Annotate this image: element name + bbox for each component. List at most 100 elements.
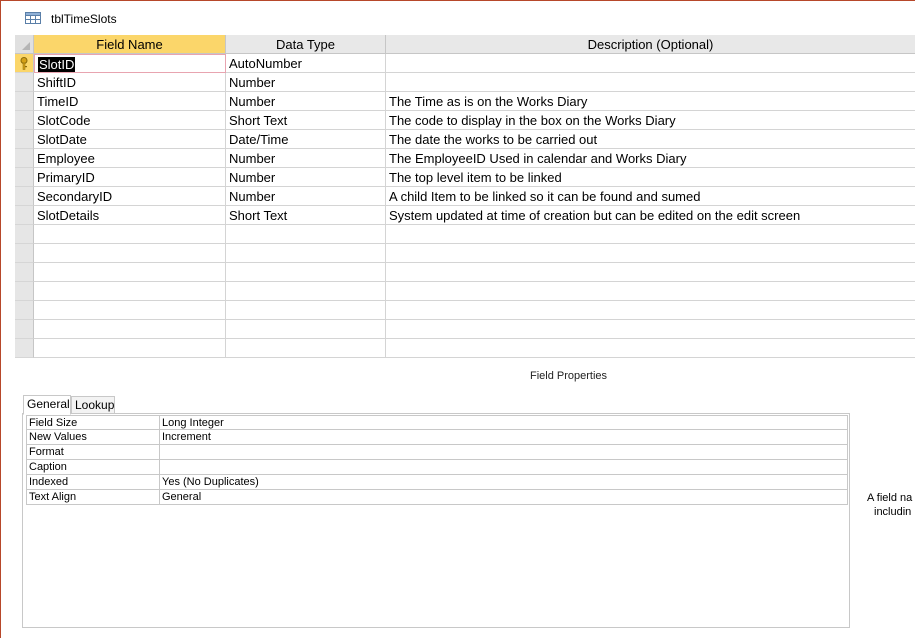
property-value[interactable] — [159, 460, 848, 475]
table-row[interactable]: SlotID AutoNumber — [15, 54, 915, 73]
description-cell[interactable]: The code to display in the box on the Wo… — [386, 111, 915, 130]
description-cell[interactable] — [386, 225, 915, 244]
row-selector[interactable] — [15, 187, 34, 206]
table-row[interactable] — [15, 301, 915, 320]
table-icon — [25, 12, 41, 24]
data-type-cell[interactable] — [226, 339, 386, 358]
table-row[interactable]: TimeID Number The Time as is on the Works … — [15, 92, 915, 111]
field-name-cell[interactable]: SecondaryID — [34, 187, 226, 206]
table-row[interactable]: ShiftID Number — [15, 73, 915, 92]
description-cell[interactable] — [386, 244, 915, 263]
data-type-cell[interactable]: Number — [226, 168, 386, 187]
tab-general[interactable]: General — [23, 395, 71, 415]
data-type-cell[interactable]: Number — [226, 73, 386, 92]
row-selector[interactable] — [15, 225, 34, 244]
field-name-cell[interactable] — [34, 301, 226, 320]
data-type-cell[interactable]: Number — [226, 149, 386, 168]
row-selector[interactable] — [15, 206, 34, 225]
table-row[interactable]: SlotDate Date/Time The date the works to b… — [15, 130, 915, 149]
description-cell[interactable] — [386, 320, 915, 339]
header-data-type[interactable]: Data Type — [226, 35, 386, 54]
data-type-cell[interactable] — [226, 225, 386, 244]
field-name-cell[interactable]: SlotID — [34, 54, 226, 73]
data-type-cell[interactable] — [226, 320, 386, 339]
description-cell[interactable] — [386, 339, 915, 358]
property-value[interactable]: General — [159, 490, 848, 505]
description-cell[interactable] — [386, 73, 915, 92]
description-cell[interactable]: A child Item to be linked so it can be f… — [386, 187, 915, 206]
row-selector[interactable] — [15, 282, 34, 301]
table-row[interactable]: PrimaryID Number The top level item to be … — [15, 168, 915, 187]
row-selector[interactable] — [15, 168, 34, 187]
description-cell[interactable]: The date the works to be carried out — [386, 130, 915, 149]
field-name-cell[interactable]: SlotDate — [34, 130, 226, 149]
table-row[interactable] — [15, 282, 915, 301]
row-selector[interactable] — [15, 130, 34, 149]
property-row[interactable]: Indexed Yes (No Duplicates) — [26, 475, 848, 490]
row-selector[interactable] — [15, 92, 34, 111]
data-type-cell[interactable]: Number — [226, 92, 386, 111]
data-type-cell[interactable] — [226, 244, 386, 263]
description-cell[interactable]: The top level item to be linked — [386, 168, 915, 187]
property-value[interactable]: Long Integer — [159, 415, 848, 430]
select-all-corner[interactable] — [15, 35, 34, 54]
row-selector[interactable] — [15, 149, 34, 168]
row-selector[interactable] — [15, 320, 34, 339]
field-name-cell[interactable]: SlotCode — [34, 111, 226, 130]
row-selector[interactable] — [15, 244, 34, 263]
property-row[interactable]: Caption — [26, 460, 848, 475]
row-selector[interactable] — [15, 263, 34, 282]
description-cell[interactable]: The EmployeeID Used in calendar and Work… — [386, 149, 915, 168]
property-row[interactable]: Format — [26, 445, 848, 460]
table-row[interactable] — [15, 339, 915, 358]
description-cell[interactable] — [386, 263, 915, 282]
field-name-cell[interactable] — [34, 244, 226, 263]
data-type-cell[interactable]: Short Text — [226, 111, 386, 130]
field-name-cell[interactable] — [34, 263, 226, 282]
description-cell[interactable] — [386, 282, 915, 301]
property-value[interactable]: Increment — [159, 430, 848, 445]
property-row[interactable]: Text Align General — [26, 490, 848, 505]
data-type-cell[interactable]: Short Text — [226, 206, 386, 225]
property-value[interactable] — [159, 445, 848, 460]
object-tab[interactable]: tblTimeSlots — [2, 2, 915, 35]
description-cell[interactable] — [386, 301, 915, 320]
data-type-cell[interactable] — [226, 263, 386, 282]
table-row[interactable]: SlotCode Short Text The code to display in… — [15, 111, 915, 130]
row-selector[interactable] — [15, 339, 34, 358]
table-row[interactable]: Employee Number The EmployeeID Used in cal… — [15, 149, 915, 168]
field-name-cell[interactable]: Employee — [34, 149, 226, 168]
table-row[interactable] — [15, 320, 915, 339]
row-selector[interactable] — [15, 301, 34, 320]
property-row[interactable]: New Values Increment — [26, 430, 848, 445]
property-row[interactable]: Field Size Long Integer — [26, 415, 848, 430]
field-properties-label: Field Properties — [530, 370, 608, 382]
description-cell[interactable]: System updated at time of creation but c… — [386, 206, 915, 225]
table-row[interactable] — [15, 244, 915, 263]
row-selector[interactable] — [15, 54, 34, 73]
header-field-name[interactable]: Field Name — [34, 35, 226, 54]
data-type-cell[interactable] — [226, 282, 386, 301]
field-name-cell[interactable]: ShiftID — [34, 73, 226, 92]
field-name-cell[interactable] — [34, 339, 226, 358]
description-cell[interactable] — [386, 54, 915, 73]
table-row[interactable]: SecondaryID Number A child Item to be link… — [15, 187, 915, 206]
field-name-cell[interactable]: TimeID — [34, 92, 226, 111]
data-type-cell[interactable]: Date/Time — [226, 130, 386, 149]
data-type-cell[interactable] — [226, 301, 386, 320]
field-name-cell[interactable]: PrimaryID — [34, 168, 226, 187]
data-type-cell[interactable]: AutoNumber — [226, 54, 386, 73]
description-cell[interactable]: The Time as is on the Works Diary — [386, 92, 915, 111]
field-name-cell[interactable] — [34, 320, 226, 339]
row-selector[interactable] — [15, 73, 34, 92]
field-name-cell[interactable]: SlotDetails — [34, 206, 226, 225]
table-row[interactable] — [15, 225, 915, 244]
data-type-cell[interactable]: Number — [226, 187, 386, 206]
row-selector[interactable] — [15, 111, 34, 130]
field-name-cell[interactable] — [34, 282, 226, 301]
property-value[interactable]: Yes (No Duplicates) — [159, 475, 848, 490]
table-row[interactable]: SlotDetails Short Text System updated at t… — [15, 206, 915, 225]
table-row[interactable] — [15, 263, 915, 282]
field-name-cell[interactable] — [34, 225, 226, 244]
header-description[interactable]: Description (Optional) — [386, 35, 915, 54]
